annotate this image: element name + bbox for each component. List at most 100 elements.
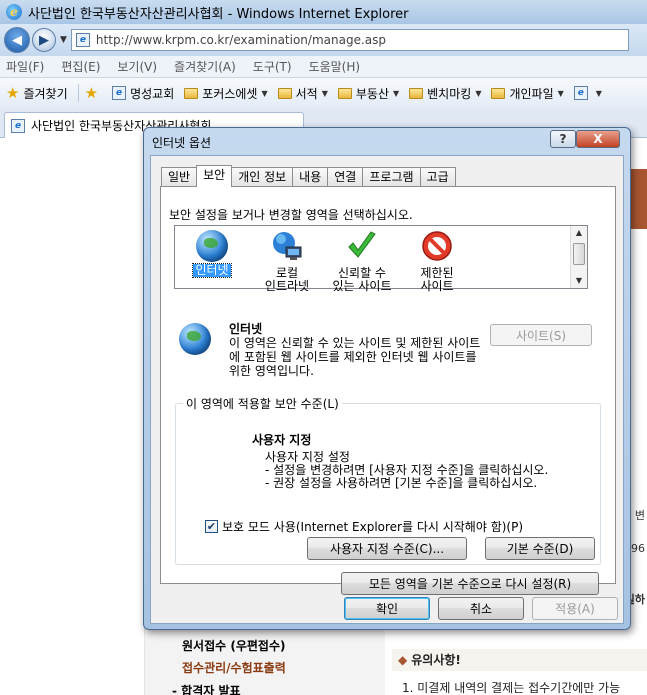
favorite-folder-5[interactable]: 개인파일 ▼ bbox=[491, 85, 564, 102]
favorite-label: 포커스에셋 bbox=[202, 86, 258, 101]
cancel-button[interactable]: 취소 bbox=[438, 597, 524, 620]
menu-edit[interactable]: 편집(E) bbox=[61, 58, 100, 75]
page-icon: e bbox=[573, 86, 588, 100]
zone-label: 인터넷 bbox=[192, 263, 232, 278]
page-side-snippet: 변 bbox=[634, 509, 645, 522]
menu-file[interactable]: 파일(F) bbox=[6, 58, 44, 75]
chevron-down-icon: ▼ bbox=[595, 88, 602, 98]
page-icon: e bbox=[75, 33, 90, 47]
tab-privacy[interactable]: 개인 정보 bbox=[231, 167, 294, 187]
menu-view[interactable]: 보기(V) bbox=[117, 58, 157, 75]
zone-label: 사이트 bbox=[420, 279, 454, 293]
default-level-button[interactable]: 기본 수준(D) bbox=[485, 537, 595, 560]
menu-favorites[interactable]: 즐겨찾기(A) bbox=[174, 58, 236, 75]
intranet-globe-icon bbox=[273, 232, 302, 260]
protected-mode-label[interactable]: 보호 모드 사용(Internet Explorer를 다시 시작해야 함)(P… bbox=[222, 518, 523, 535]
favorite-label: 개인파일 bbox=[509, 86, 554, 101]
address-url[interactable]: http://www.krpm.co.kr/examination/manage… bbox=[96, 33, 386, 47]
zone-list[interactable]: 인터넷 로컬 인트라넷 신뢰할 수 있는 사이트 제한된 사이트 ▲ ▼ bbox=[174, 225, 588, 293]
internet-explorer-icon: e bbox=[6, 4, 22, 20]
tab-general[interactable]: 일반 bbox=[161, 167, 198, 187]
zone-local-intranet[interactable]: 로컬 인트라넷 bbox=[252, 230, 322, 293]
favorite-link-1[interactable]: e 명성교회 bbox=[112, 85, 174, 102]
add-favorite-button[interactable]: ★ bbox=[85, 84, 102, 102]
star-icon: ★ bbox=[6, 84, 20, 102]
reset-all-zones-button[interactable]: 모든 영역을 기본 수준으로 다시 설정(R) bbox=[341, 572, 599, 595]
history-dropdown-icon[interactable]: ▼ bbox=[60, 35, 67, 45]
zone-list-scrollbar[interactable]: ▲ ▼ bbox=[570, 226, 587, 288]
favorite-label: 명성교회 bbox=[130, 86, 175, 101]
help-button[interactable]: ? bbox=[550, 130, 576, 148]
apply-button[interactable]: 적용(A) bbox=[532, 597, 618, 620]
internet-options-dialog: 인터넷 옵션 ? X 일반 보안 개인 정보 내용 연결 프로그램 고급 보안 … bbox=[143, 127, 631, 630]
scroll-up-arrow-icon[interactable]: ▲ bbox=[571, 226, 587, 240]
menu-bar: 파일(F) 편집(E) 보기(V) 즐겨찾기(A) 도구(T) 도움말(H) bbox=[0, 56, 647, 78]
ok-button[interactable]: 확인 bbox=[344, 597, 430, 620]
selected-zone-description: 이 영역은 신뢰할 수 있는 사이트 및 제한된 사이트에 포함된 웹 사이트를… bbox=[229, 336, 481, 378]
zone-trusted-sites[interactable]: 신뢰할 수 있는 사이트 bbox=[327, 230, 397, 293]
favorite-folder-3[interactable]: 부동산 ▼ bbox=[337, 85, 400, 102]
favorites-button[interactable]: ★ 즐겨찾기 bbox=[6, 84, 68, 102]
favorite-label: 벤치마킹 bbox=[427, 86, 472, 101]
chevron-down-icon: ▼ bbox=[557, 88, 564, 98]
globe-icon bbox=[196, 230, 228, 262]
page-icon: e bbox=[11, 118, 25, 133]
zone-label: 인트라넷 bbox=[264, 279, 310, 293]
page-icon: e bbox=[112, 86, 127, 100]
tab-advanced[interactable]: 고급 bbox=[419, 167, 456, 187]
chevron-down-icon: ▼ bbox=[261, 88, 268, 98]
navigation-bar: ◀ ▶ ▼ e http://www.krpm.co.kr/examinatio… bbox=[0, 24, 647, 56]
favorite-folder-1[interactable]: 포커스에셋 ▼ bbox=[184, 85, 268, 102]
security-level-title: 사용자 지정 bbox=[252, 433, 312, 447]
dialog-title: 인터넷 옵션 bbox=[152, 136, 212, 150]
favorite-folder-2[interactable]: 서적 ▼ bbox=[277, 85, 328, 102]
folder-icon bbox=[277, 87, 292, 99]
side-menu-item[interactable]: 원서접수 (우편접수) bbox=[182, 637, 285, 654]
protected-mode-option[interactable]: ✔ 보호 모드 사용(Internet Explorer를 다시 시작해야 함)… bbox=[205, 518, 523, 535]
security-level-legend: 이 영역에 적용할 보안 수준(L) bbox=[183, 395, 342, 412]
restricted-icon bbox=[422, 231, 452, 261]
favorite-folder-4[interactable]: 벤치마킹 ▼ bbox=[409, 85, 481, 102]
side-menu-item[interactable]: - 합격자 발표 bbox=[172, 682, 241, 695]
folder-icon bbox=[409, 87, 424, 99]
custom-level-button[interactable]: 사용자 지정 수준(C)... bbox=[307, 537, 467, 560]
notice-title-text: 유의사항! bbox=[411, 653, 461, 667]
dialog-body: 일반 보안 개인 정보 내용 연결 프로그램 고급 보안 설정을 보거나 변경할… bbox=[150, 155, 624, 624]
favorites-bar: ★ 즐겨찾기 ★ e 명성교회 포커스에셋 ▼ 서적 ▼ 부동산 ▼ 벤치마킹 … bbox=[0, 78, 647, 108]
scrollbar-thumb[interactable] bbox=[573, 243, 585, 265]
zone-label: 있는 사이트 bbox=[332, 279, 392, 293]
favorites-label: 즐겨찾기 bbox=[23, 86, 68, 101]
tab-content[interactable]: 내용 bbox=[292, 167, 329, 187]
menu-tools[interactable]: 도구(T) bbox=[253, 58, 292, 75]
folder-icon bbox=[491, 87, 506, 99]
selected-zone-globe-icon bbox=[179, 323, 211, 355]
notice-title: ◆ 유의사항! bbox=[392, 649, 647, 671]
scroll-down-arrow-icon[interactable]: ▼ bbox=[571, 274, 587, 288]
chevron-down-icon: ▼ bbox=[321, 88, 328, 98]
forward-arrow-icon[interactable]: ▶ bbox=[32, 28, 56, 52]
selected-zone-name: 인터넷 bbox=[229, 322, 263, 336]
tab-security[interactable]: 보안 bbox=[196, 165, 233, 187]
tab-programs[interactable]: 프로그램 bbox=[362, 167, 421, 187]
menu-help[interactable]: 도움말(H) bbox=[309, 58, 361, 75]
chevron-down-icon: ▼ bbox=[475, 88, 482, 98]
protected-mode-checkbox[interactable]: ✔ bbox=[205, 520, 218, 533]
folder-icon bbox=[184, 87, 199, 99]
separator bbox=[77, 84, 79, 102]
favorite-label: 부동산 bbox=[355, 86, 389, 101]
window-title: 사단법인 한국부동산자산관리사협회 - Windows Internet Exp… bbox=[28, 6, 409, 22]
chevron-down-icon: ▼ bbox=[392, 88, 400, 98]
zone-internet[interactable]: 인터넷 bbox=[177, 230, 247, 278]
tab-connections[interactable]: 연결 bbox=[327, 167, 364, 187]
level-detail-line: - 권장 설정을 사용하려면 [기본 수준]을 클릭하십시오. bbox=[265, 476, 538, 490]
dialog-tabs: 일반 보안 개인 정보 내용 연결 프로그램 고급 bbox=[161, 165, 456, 187]
close-button[interactable]: X bbox=[576, 130, 620, 148]
sites-button[interactable]: 사이트(S) bbox=[490, 324, 592, 346]
side-menu-item[interactable]: 접수관리/수험표출력 bbox=[182, 659, 286, 676]
zone-prompt: 보안 설정을 보거나 변경할 영역을 선택하십시오. bbox=[169, 208, 413, 222]
zone-restricted-sites[interactable]: 제한된 사이트 bbox=[402, 230, 472, 293]
favorite-overflow[interactable]: e ▼ bbox=[573, 86, 602, 100]
favorite-label: 서적 bbox=[295, 86, 318, 101]
back-arrow-icon[interactable]: ◀ bbox=[4, 27, 30, 53]
address-bar[interactable]: e http://www.krpm.co.kr/examination/mana… bbox=[70, 29, 629, 51]
